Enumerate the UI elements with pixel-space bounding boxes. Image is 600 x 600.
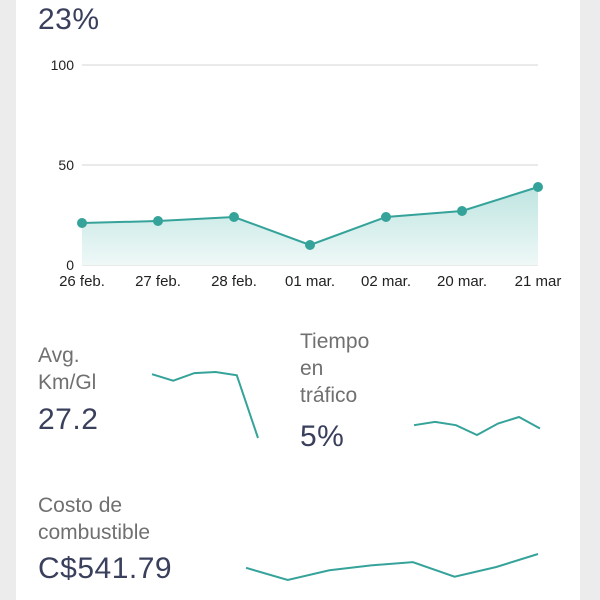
traffic-label-line1: Tiempo (300, 330, 370, 353)
fuel-label-line2: combustible (38, 521, 151, 544)
y-tick-label: 0 (66, 257, 74, 273)
data-point (533, 182, 543, 192)
data-point (77, 218, 87, 228)
x-tick-label: 27 feb. (135, 273, 181, 290)
fuel-sparkline-line (245, 553, 539, 582)
traffic-label-line3: tráfico (300, 384, 358, 407)
fuel-value: C$541.79 (38, 552, 173, 585)
data-point (457, 206, 467, 216)
x-tick-label: 01 mar. (285, 273, 335, 290)
avg-label-line2: Km/Gl (38, 371, 97, 394)
x-tick-label: 20 mar. (437, 273, 487, 290)
fuel-label-line1: Costo de (38, 494, 123, 517)
data-point (153, 216, 163, 226)
avg-value: 27.2 (38, 403, 99, 436)
traffic-label-line2: en (300, 357, 324, 380)
avg-label: Avg. Km/Gl (38, 342, 96, 396)
avg-label-line1: Avg. (38, 344, 80, 367)
traffic-label: Tiempo en tráfico (300, 328, 369, 409)
traffic-sparkline (413, 415, 541, 437)
traffic-value: 5% (300, 420, 345, 453)
trend-chart: 100 50 0 26 feb. 27 feb. 28 feb. 01 mar. 02 ma… (51, 57, 562, 290)
x-tick-label: 02 mar. (361, 273, 411, 290)
traffic-sparkline-line (413, 415, 541, 437)
y-tick-label: 100 (51, 57, 75, 73)
area-fill (82, 187, 538, 265)
x-tick-label: 28 feb. (211, 273, 257, 290)
avg-sparkline (151, 370, 259, 439)
fuel-label: Costo de combustible (38, 492, 150, 546)
x-tick-label: 21 mar (515, 273, 562, 290)
data-point (305, 240, 315, 250)
x-tick-label: 26 feb. (59, 273, 105, 290)
y-tick-label: 50 (58, 157, 74, 173)
fuel-sparkline (245, 553, 539, 582)
data-point (381, 212, 391, 222)
avg-sparkline-line (151, 370, 259, 439)
data-point (229, 212, 239, 222)
